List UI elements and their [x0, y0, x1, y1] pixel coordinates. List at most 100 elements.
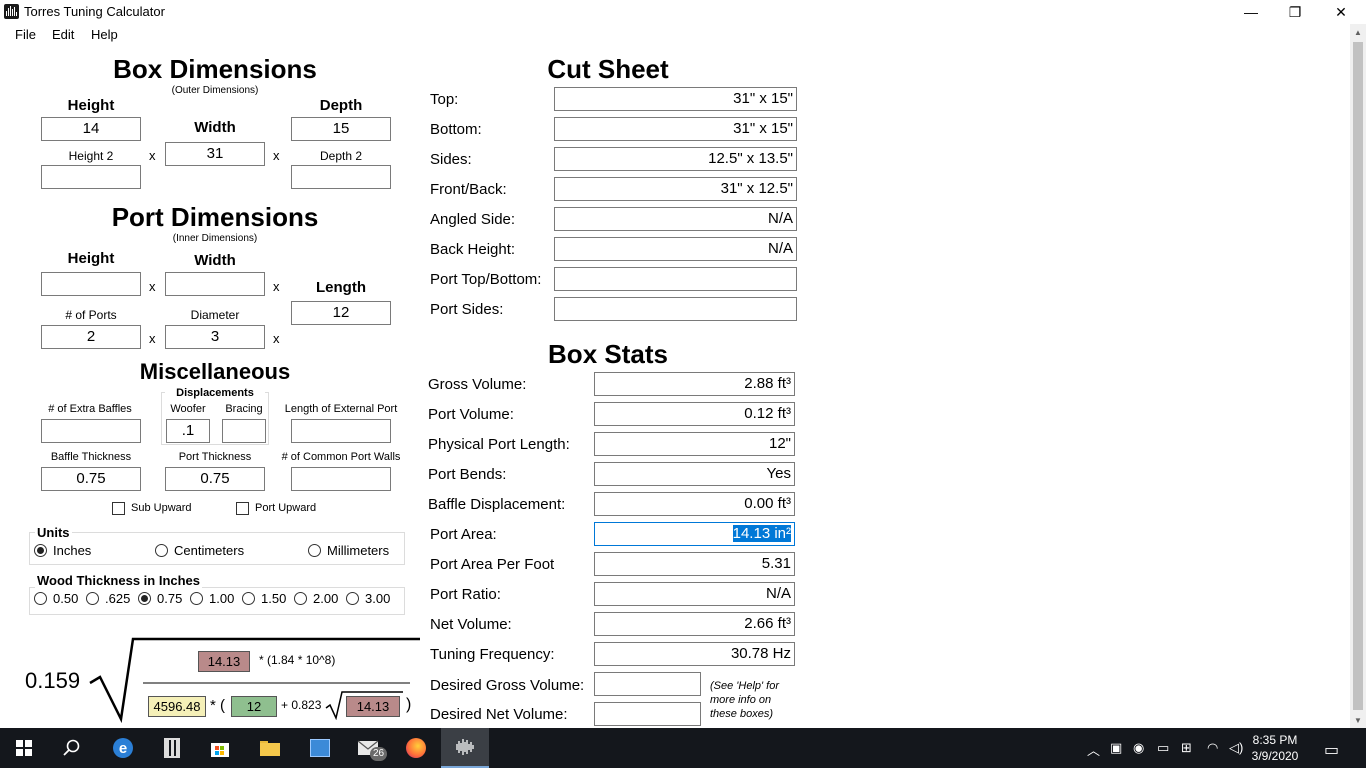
wood-100-label: 1.00 — [209, 591, 235, 606]
wifi-icon[interactable]: ◠ — [1207, 740, 1218, 756]
port-dimensions-title: Port Dimensions — [111, 202, 319, 232]
bracing-displacement-input[interactable] — [222, 419, 266, 443]
close-button[interactable]: ✕ — [1318, 0, 1364, 24]
minimize-button[interactable]: — — [1228, 0, 1274, 24]
menu-help[interactable]: Help — [91, 27, 118, 42]
show-hidden-icons-chevron-icon[interactable]: ︿ — [1087, 740, 1100, 759]
stat-port-area-per-foot-label: Port Area Per Foot — [430, 556, 555, 573]
sub-upward-checkbox[interactable] — [112, 502, 125, 515]
box-depth-input[interactable]: 15 — [291, 117, 391, 141]
stat-physical-port-length-value[interactable]: 12" — [594, 432, 795, 456]
maximize-button[interactable]: ❐ — [1272, 0, 1318, 24]
port-diameter-label: Diameter — [190, 308, 240, 322]
box-dimensions-subtitle: (Outer Dimensions) — [171, 85, 259, 96]
stat-port-volume-value[interactable]: 0.12 ft³ — [594, 402, 795, 426]
network-settings-icon[interactable]: ⊞ — [1181, 740, 1192, 756]
scroll-down-icon[interactable]: ▼ — [1350, 712, 1366, 728]
baffle-thickness-input[interactable]: 0.75 — [41, 467, 141, 491]
external-port-input[interactable] — [291, 419, 391, 443]
desired-net-volume-input[interactable] — [594, 702, 701, 726]
port-thickness-input[interactable]: 0.75 — [165, 467, 265, 491]
wood-075-radio[interactable] — [138, 592, 151, 605]
box-height2-input[interactable] — [41, 165, 141, 189]
wood-150-label: 1.50 — [261, 591, 287, 606]
control-panel-icon — [310, 739, 330, 757]
wood-100-radio[interactable] — [190, 592, 203, 605]
box-height-input[interactable]: 14 — [41, 117, 141, 141]
menu-edit[interactable]: Edit — [52, 27, 74, 42]
microsoft-store-button[interactable] — [196, 728, 244, 768]
calculator-button[interactable] — [148, 728, 196, 768]
extra-baffles-input[interactable] — [41, 419, 141, 443]
common-port-walls-input[interactable] — [291, 467, 391, 491]
wood-150-radio[interactable] — [242, 592, 255, 605]
scroll-thumb[interactable] — [1353, 42, 1363, 710]
box-height-label: Height — [67, 97, 115, 114]
battery-icon[interactable]: ▭ — [1157, 740, 1169, 756]
external-port-label: Length of External Port — [284, 403, 398, 415]
stat-port-ratio-value[interactable]: N/A — [594, 582, 795, 606]
port-height-input[interactable] — [41, 272, 141, 296]
box-dimensions-title: Box Dimensions — [113, 54, 317, 84]
stat-gross-volume-value[interactable]: 2.88 ft³ — [594, 372, 795, 396]
wood-300-radio[interactable] — [346, 592, 359, 605]
menu-file[interactable]: File — [15, 27, 36, 42]
cut-bottom-value[interactable]: 31" x 15" — [554, 117, 797, 141]
multiply-sign: x — [149, 331, 156, 346]
box-depth2-label: Depth 2 — [319, 149, 363, 163]
firefox-icon — [406, 738, 426, 758]
wood-050-radio[interactable] — [34, 592, 47, 605]
cut-angled-side-value[interactable]: N/A — [554, 207, 797, 231]
stat-port-area-selected-text[interactable]: 14.13 in² — [732, 525, 791, 542]
desired-gross-volume-input[interactable] — [594, 672, 701, 696]
box-height2-label: Height 2 — [68, 149, 114, 163]
steam-icon[interactable]: ◉ — [1133, 740, 1144, 756]
torres-calculator-taskbar-button[interactable] — [441, 728, 489, 768]
port-width-input[interactable] — [165, 272, 265, 296]
cut-port-sides-value[interactable] — [554, 297, 797, 321]
cut-top-value[interactable]: 31" x 15" — [554, 87, 797, 111]
port-length-input[interactable]: 12 — [291, 301, 391, 325]
woofer-displacement-input[interactable]: .1 — [166, 419, 210, 443]
stat-baffle-displacement-value[interactable]: 0.00 ft³ — [594, 492, 795, 516]
stat-port-area-value[interactable]: 14.13 in² — [594, 522, 795, 546]
cut-bottom-label: Bottom: — [430, 121, 482, 138]
box-width-input[interactable]: 31 — [165, 142, 265, 166]
ports-count-input[interactable]: 2 — [41, 325, 141, 349]
vertical-scrollbar[interactable]: ▲ ▼ — [1350, 24, 1366, 728]
port-thickness-label: Port Thickness — [178, 451, 252, 463]
control-panel-button[interactable] — [296, 728, 344, 768]
stat-port-bends-value[interactable]: Yes — [594, 462, 795, 486]
notifications-icon[interactable]: ▭ — [1324, 740, 1339, 760]
system-clock[interactable]: 8:35 PM 3/9/2020 — [1245, 732, 1305, 764]
stat-tuning-frequency-value[interactable]: 30.78 Hz — [594, 642, 795, 666]
file-explorer-button[interactable] — [246, 728, 294, 768]
port-upward-checkbox[interactable] — [236, 502, 249, 515]
wood-200-radio[interactable] — [294, 592, 307, 605]
mail-button[interactable]: 26 — [344, 728, 392, 768]
scroll-up-icon[interactable]: ▲ — [1350, 24, 1366, 40]
cut-back-height-label: Back Height: — [430, 241, 516, 258]
volume-icon[interactable]: ◁) — [1229, 740, 1243, 756]
clock-date: 3/9/2020 — [1251, 749, 1299, 763]
stat-net-volume-value[interactable]: 2.66 ft³ — [594, 612, 795, 636]
unit-inches-radio[interactable] — [34, 544, 47, 557]
baffle-thickness-label: Baffle Thickness — [50, 451, 132, 463]
firefox-button[interactable] — [392, 728, 440, 768]
unit-centimeters-radio[interactable] — [155, 544, 168, 557]
sub-upward-label: Sub Upward — [131, 502, 192, 514]
cut-front-back-value[interactable]: 31" x 12.5" — [554, 177, 797, 201]
cut-back-height-value[interactable]: N/A — [554, 237, 797, 261]
port-diameter-input[interactable]: 3 — [165, 325, 265, 349]
stat-port-area-per-foot-value[interactable]: 5.31 — [594, 552, 795, 576]
start-button[interactable] — [0, 728, 48, 768]
meet-now-icon[interactable]: ▣ — [1110, 740, 1122, 756]
unit-centimeters-label: Centimeters — [174, 543, 245, 558]
wood-0625-radio[interactable] — [86, 592, 99, 605]
edge-browser-button[interactable]: e — [99, 728, 147, 768]
cut-port-top-bottom-value[interactable] — [554, 267, 797, 291]
cut-sides-value[interactable]: 12.5" x 13.5" — [554, 147, 797, 171]
search-button[interactable] — [48, 728, 96, 768]
box-depth2-input[interactable] — [291, 165, 391, 189]
unit-millimeters-radio[interactable] — [308, 544, 321, 557]
